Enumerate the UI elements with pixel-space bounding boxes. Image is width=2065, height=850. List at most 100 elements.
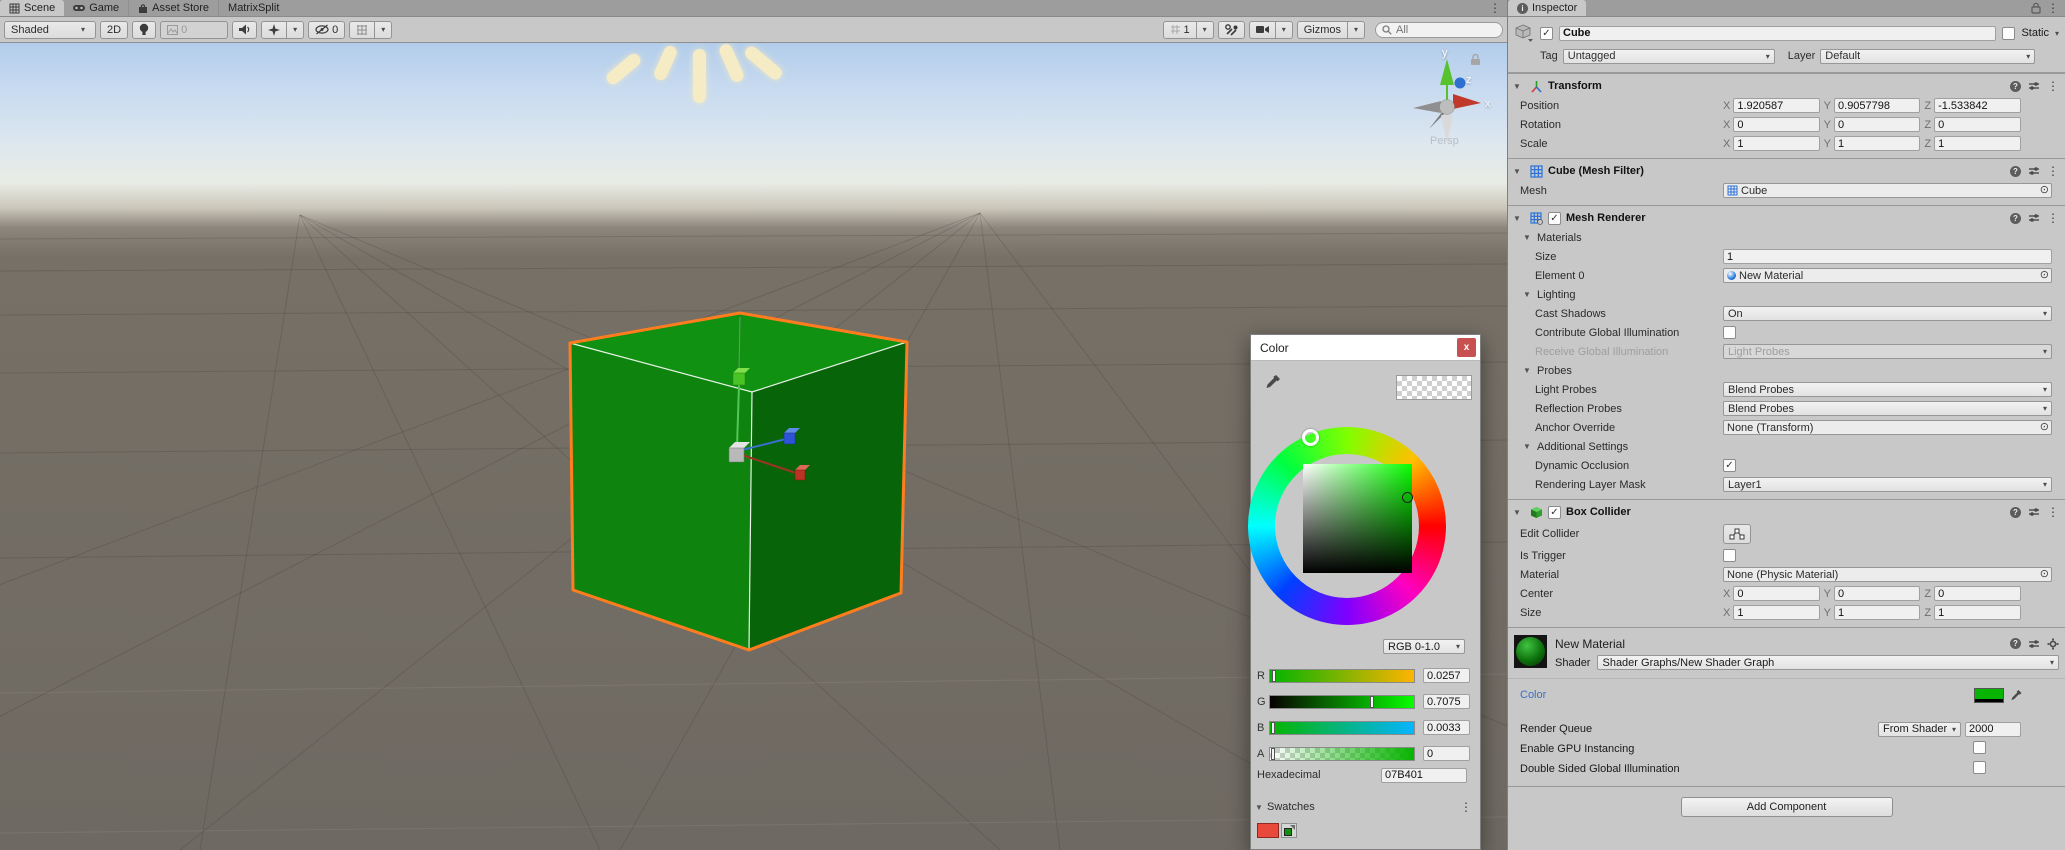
axis-cone-y[interactable] <box>1440 59 1454 85</box>
physic-material-field[interactable]: None (Physic Material) ⊙ <box>1723 567 2052 582</box>
object-picker-icon[interactable]: ⊙ <box>2040 569 2049 580</box>
saturation-value-handle[interactable] <box>1402 492 1413 503</box>
presets-icon[interactable] <box>2028 212 2040 224</box>
help-icon[interactable]: ? <box>2010 166 2021 177</box>
foldout-icon[interactable]: ▼ <box>1513 508 1525 517</box>
lock-icon[interactable] <box>2031 2 2041 14</box>
is-trigger-checkbox[interactable] <box>1723 549 1736 562</box>
edit-collider-button[interactable] <box>1723 524 1751 544</box>
slider-value-r[interactable] <box>1423 668 1470 683</box>
slider-value-g[interactable] <box>1423 694 1470 709</box>
slider-handle-r[interactable] <box>1272 670 1276 682</box>
scene-tools-button[interactable] <box>1218 21 1245 39</box>
scale-x-input[interactable] <box>1733 136 1819 151</box>
foldout-icon[interactable]: ▼ <box>1513 82 1525 91</box>
eyedropper-icon[interactable] <box>1264 374 1281 391</box>
close-button[interactable]: x <box>1457 338 1476 357</box>
eyedropper-icon[interactable] <box>2009 689 2022 702</box>
color-picker-window[interactable]: Color x RGB 0-1.0 ▾ R G <box>1250 334 1481 850</box>
presets-icon[interactable] <box>2028 165 2040 177</box>
saturation-value-square[interactable] <box>1303 464 1412 573</box>
hue-handle[interactable] <box>1302 429 1319 446</box>
double-sided-gi-checkbox[interactable] <box>1973 761 1986 774</box>
gizmo-scale-dropdown[interactable]: ▾ <box>1197 21 1214 39</box>
foldout-icon[interactable]: ▼ <box>1513 167 1525 176</box>
swatches-header[interactable]: ▼ Swatches ⋮ <box>1255 801 1476 813</box>
presets-icon[interactable] <box>2028 638 2040 650</box>
slider-track-r[interactable] <box>1269 669 1415 683</box>
swatches-menu-icon[interactable]: ⋮ <box>1460 801 1476 813</box>
help-icon[interactable]: ? <box>2010 638 2021 649</box>
material-color-swatch[interactable] <box>1974 688 2004 703</box>
probes-foldout[interactable]: ▼Probes <box>1508 361 2065 380</box>
mesh-renderer-header[interactable]: ▼ ✓ Mesh Renderer ? ⋮ <box>1508 208 2065 228</box>
anchor-override-field[interactable]: None (Transform) ⊙ <box>1723 420 2052 435</box>
hex-input[interactable] <box>1381 768 1467 783</box>
dynamic-occlusion-checkbox[interactable]: ✓ <box>1723 459 1736 472</box>
tab-game[interactable]: Game <box>64 0 129 16</box>
gizmos-button[interactable]: Gizmos <box>1297 21 1348 39</box>
mesh-renderer-enabled-checkbox[interactable]: ✓ <box>1548 212 1561 225</box>
component-menu-icon[interactable]: ⋮ <box>2047 506 2059 518</box>
light-probes-dropdown[interactable]: Blend Probes▾ <box>1723 382 2052 397</box>
add-swatch-button[interactable] <box>1281 823 1297 838</box>
gear-icon[interactable] <box>2047 638 2059 650</box>
color-window-titlebar[interactable]: Color x <box>1251 335 1480 361</box>
position-x-input[interactable] <box>1733 98 1819 113</box>
object-picker-icon[interactable]: ⊙ <box>2040 185 2049 196</box>
center-x-input[interactable] <box>1733 586 1819 601</box>
lighting-foldout[interactable]: ▼Lighting <box>1508 285 2065 304</box>
shader-dropdown[interactable]: Shader Graphs/New Shader Graph▾ <box>1597 655 2059 670</box>
help-icon[interactable]: ? <box>2010 507 2021 518</box>
scene-tab-menu-icon[interactable]: ⋮ <box>1489 2 1501 14</box>
foldout-icon[interactable]: ▼ <box>1513 214 1525 223</box>
help-icon[interactable]: ? <box>2010 213 2021 224</box>
rotation-y-input[interactable] <box>1834 117 1920 132</box>
presets-icon[interactable] <box>2028 80 2040 92</box>
grid-settings-dropdown[interactable]: ▾ <box>375 21 392 39</box>
help-icon[interactable]: ? <box>2010 81 2021 92</box>
slider-track-b[interactable] <box>1269 721 1415 735</box>
scene-search-input[interactable] <box>1396 24 1486 36</box>
axis-cone-neg[interactable] <box>1413 101 1441 113</box>
scene-audio-button[interactable] <box>232 21 257 39</box>
center-y-input[interactable] <box>1834 586 1920 601</box>
gameobject-cube-icon[interactable] <box>1514 24 1534 42</box>
scene-camera-button[interactable] <box>1249 21 1276 39</box>
cast-shadows-dropdown[interactable]: On▾ <box>1723 306 2052 321</box>
add-component-button[interactable]: Add Component <box>1681 797 1893 817</box>
active-checkbox[interactable]: ✓ <box>1540 27 1553 40</box>
box-collider-header[interactable]: ▼ ✓ Box Collider ? ⋮ <box>1508 502 2065 522</box>
swatch-red[interactable] <box>1257 823 1279 838</box>
slider-handle-a[interactable] <box>1271 748 1275 760</box>
slider-handle-g[interactable] <box>1370 696 1374 708</box>
slider-track-a[interactable] <box>1269 747 1415 761</box>
color-mode-dropdown[interactable]: RGB 0-1.0 ▾ <box>1383 639 1465 654</box>
rotation-z-input[interactable] <box>1934 117 2021 132</box>
static-dropdown-icon[interactable]: ▾ <box>2055 29 2059 38</box>
lock-icon[interactable] <box>1470 53 1481 66</box>
tab-asset-store[interactable]: Asset Store <box>129 0 219 16</box>
tab-inspector[interactable]: i Inspector <box>1508 0 1586 16</box>
render-queue-input[interactable] <box>1965 722 2021 737</box>
materials-foldout[interactable]: ▼Materials <box>1508 228 2065 247</box>
tag-dropdown[interactable]: Untagged▾ <box>1563 49 1775 64</box>
rendering-layer-mask-dropdown[interactable]: Layer1▾ <box>1723 477 2052 492</box>
tab-matrixsplit[interactable]: MatrixSplit <box>219 0 288 16</box>
scene-effects-button[interactable] <box>261 21 287 39</box>
reflection-probes-dropdown[interactable]: Blend Probes▾ <box>1723 401 2052 416</box>
tab-scene[interactable]: Scene <box>0 0 64 16</box>
presets-icon[interactable] <box>2028 506 2040 518</box>
element0-object-field[interactable]: New Material ⊙ <box>1723 268 2052 283</box>
object-picker-icon[interactable]: ⊙ <box>2040 422 2049 433</box>
axis-sphere-z[interactable] <box>1455 78 1466 89</box>
scene-search-field[interactable] <box>1375 22 1503 38</box>
gameobject-name-input[interactable] <box>1559 26 1996 41</box>
gizmo-scale-button[interactable]: 1 <box>1163 21 1197 39</box>
scene-effects-dropdown[interactable]: ▾ <box>287 21 304 39</box>
scene-lighting-button[interactable] <box>132 21 156 39</box>
grid-visibility-button[interactable] <box>349 21 375 39</box>
material-preview[interactable] <box>1514 635 1547 668</box>
scene-camera-dropdown[interactable]: ▾ <box>1276 21 1293 39</box>
static-checkbox[interactable] <box>2002 27 2015 40</box>
